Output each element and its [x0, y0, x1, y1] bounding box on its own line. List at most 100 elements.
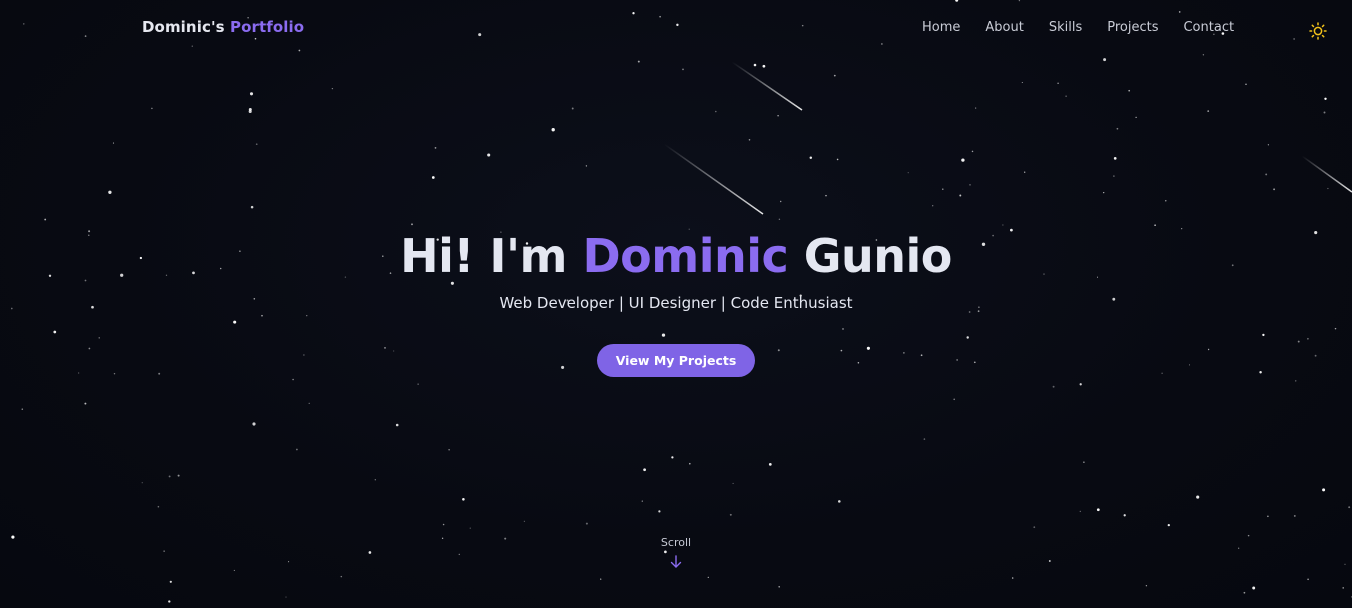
star — [233, 569, 235, 571]
star — [1322, 488, 1326, 492]
star — [975, 107, 977, 109]
star — [411, 223, 413, 226]
star — [932, 205, 934, 207]
star — [1021, 81, 1023, 84]
star — [1167, 523, 1170, 527]
star — [248, 108, 252, 111]
scroll-indicator[interactable]: Scroll — [0, 536, 1352, 569]
star — [571, 107, 574, 110]
star — [942, 188, 944, 190]
star — [1052, 385, 1055, 388]
star — [1267, 515, 1269, 518]
star — [249, 92, 254, 96]
star — [1113, 175, 1115, 177]
star — [1083, 461, 1085, 463]
star — [689, 462, 691, 465]
star — [643, 468, 646, 472]
star — [637, 60, 640, 63]
star — [1307, 578, 1309, 581]
star — [1128, 89, 1131, 92]
hero-greeting: Hi! I'm — [400, 229, 567, 283]
star — [1057, 82, 1059, 84]
star — [250, 205, 254, 209]
star — [434, 147, 437, 149]
star — [292, 378, 294, 381]
star — [1079, 383, 1082, 386]
brand-accent: Portfolio — [230, 18, 305, 36]
star — [1293, 514, 1296, 517]
star — [1103, 191, 1105, 194]
hero-title: Hi! I'm Dominic Gunio — [0, 226, 1352, 286]
star — [551, 128, 555, 132]
star — [1327, 187, 1329, 190]
star — [1196, 495, 1200, 499]
nav-link-home[interactable]: Home — [922, 20, 960, 35]
star — [658, 510, 661, 513]
star — [748, 139, 751, 141]
star — [1079, 510, 1081, 513]
star — [836, 158, 839, 161]
star — [707, 576, 709, 579]
star — [732, 482, 734, 484]
star — [448, 449, 450, 451]
star — [1273, 188, 1276, 191]
star — [1243, 591, 1246, 594]
shooting-star — [663, 143, 764, 215]
star — [762, 64, 766, 68]
star — [779, 200, 782, 203]
brand-name: Dominic's — [142, 18, 225, 36]
star — [1096, 508, 1100, 512]
star — [1267, 144, 1270, 146]
star — [151, 107, 153, 110]
star — [1123, 514, 1126, 517]
star — [778, 586, 780, 588]
star — [1116, 127, 1119, 130]
hero-subtitle: Web Developer | UI Designer | Code Enthu… — [499, 294, 853, 312]
star — [1145, 585, 1148, 587]
star — [1033, 526, 1036, 529]
star — [21, 408, 24, 410]
star — [395, 423, 399, 427]
star — [1207, 110, 1210, 112]
star — [169, 580, 172, 583]
star — [462, 498, 465, 501]
star — [809, 156, 813, 160]
shooting-star — [731, 61, 803, 111]
star — [1245, 83, 1247, 86]
nav-link-skills[interactable]: Skills — [1049, 20, 1082, 35]
star — [1024, 171, 1026, 173]
star — [1348, 506, 1351, 509]
star — [1323, 111, 1326, 114]
star — [753, 63, 757, 67]
star — [838, 500, 841, 503]
view-projects-button[interactable]: View My Projects — [596, 344, 756, 377]
hero-first-name: Dominic — [582, 229, 789, 283]
star — [296, 448, 298, 451]
star — [833, 74, 836, 77]
hero-content: Hi! I'm Dominic Gunio Web Developer | UI… — [0, 226, 1352, 377]
star — [168, 600, 171, 603]
nav-link-about[interactable]: About — [985, 20, 1023, 35]
star — [1165, 200, 1167, 202]
star — [255, 143, 258, 146]
star — [1103, 58, 1107, 62]
hero-section: Dominic's Portfolio Home About Skills Pr… — [0, 0, 1352, 608]
star — [959, 194, 962, 197]
star — [469, 527, 471, 529]
star — [1113, 157, 1117, 160]
scroll-label: Scroll — [660, 536, 692, 549]
star — [44, 218, 47, 221]
star — [308, 402, 310, 404]
theme-toggle-button[interactable] — [1309, 22, 1327, 40]
brand-logo[interactable]: Dominic's Portfolio — [142, 18, 304, 36]
star — [671, 456, 674, 459]
star — [953, 398, 956, 401]
star — [825, 194, 827, 197]
star — [252, 422, 256, 426]
star — [715, 110, 717, 113]
star — [641, 500, 643, 502]
star — [112, 142, 115, 144]
star — [682, 68, 684, 71]
nav-link-projects[interactable]: Projects — [1107, 20, 1158, 35]
nav-link-contact[interactable]: Contact — [1183, 20, 1234, 35]
